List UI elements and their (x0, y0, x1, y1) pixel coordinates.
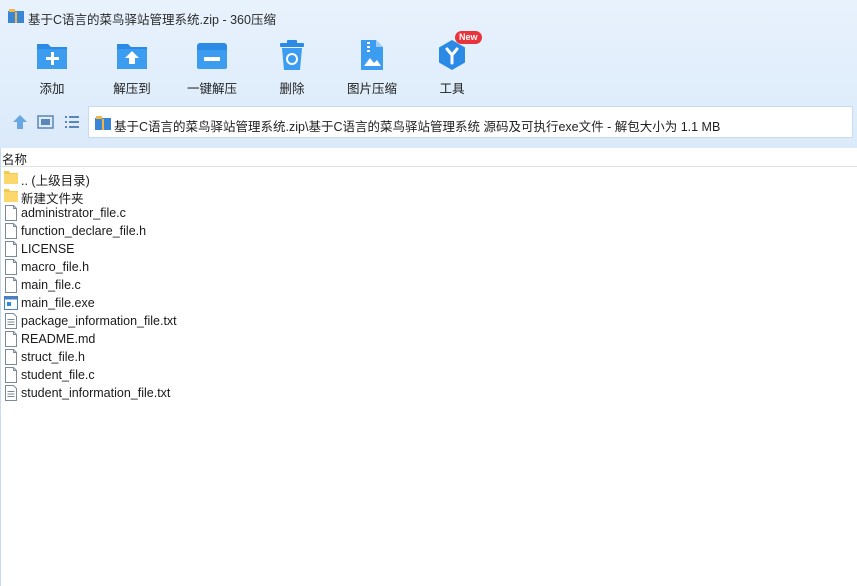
file-name: student_information_file.txt (21, 386, 171, 400)
file-name: macro_file.h (21, 260, 90, 274)
archive-icon (95, 116, 111, 130)
extract-to-button[interactable]: 解压到 (92, 38, 172, 97)
image-compress-button[interactable]: 图片压缩 (332, 38, 412, 97)
file-name: function_declare_file.h (21, 224, 147, 238)
folder-icon (4, 171, 18, 184)
file-name: package_information_file.txt (21, 314, 177, 328)
file-icon (5, 367, 17, 383)
address-bar[interactable]: 基于C语言的菜鸟驿站管理系统.zip\基于C语言的菜鸟驿站管理系统 源码及可执行… (88, 106, 853, 138)
image-compress-label: 图片压缩 (346, 82, 397, 96)
image-compress-icon (361, 40, 383, 70)
add-icon (37, 44, 67, 69)
delete-icon (280, 40, 304, 70)
file-name: main_file.exe (21, 296, 95, 310)
toolbar: 添加 解压到 一键解压 删除 图片压缩 New 工具 (0, 31, 857, 100)
list-item[interactable]: function_declare_file.h (0, 222, 857, 240)
column-header-label: 名称 (2, 153, 28, 167)
file-name: struct_file.h (21, 350, 85, 364)
up-arrow-icon[interactable] (11, 113, 29, 131)
one-click-extract-icon (197, 43, 227, 69)
file-name: student_file.c (21, 368, 95, 382)
list-item[interactable]: macro_file.h (0, 258, 857, 276)
file-list: .. (上级目录) 新建文件夹 administrator_file.cfuncti… (0, 168, 857, 402)
add-label: 添加 (39, 82, 65, 96)
folder-icon (4, 189, 18, 202)
tools-button[interactable]: New 工具 (412, 31, 492, 97)
list-item[interactable]: 新建文件夹 (0, 186, 857, 206)
file-name: README.md (21, 332, 96, 346)
file-icon (5, 205, 17, 221)
list-item[interactable]: struct_file.h (0, 348, 857, 366)
top-panel: 基于C语言的菜鸟驿站管理系统.zip - 360压缩 添加 解压到 一键解压 删… (0, 0, 857, 148)
exe-file-icon (4, 296, 18, 310)
one-click-extract-label: 一键解压 (186, 82, 237, 96)
list-item[interactable]: administrator_file.c (0, 204, 857, 222)
file-icon (5, 223, 17, 239)
thumbnail-view-icon[interactable] (37, 113, 55, 131)
list-item[interactable]: .. (上级目录) (0, 168, 857, 188)
list-item[interactable]: student_file.c (0, 366, 857, 384)
navigation-bar: 基于C语言的菜鸟驿站管理系统.zip\基于C语言的菜鸟驿站管理系统 源码及可执行… (0, 104, 857, 140)
extract-to-icon (117, 44, 147, 69)
list-item[interactable]: LICENSE (0, 240, 857, 258)
file-icon (5, 259, 17, 275)
add-button[interactable]: 添加 (12, 38, 92, 97)
list-item[interactable]: README.md (0, 330, 857, 348)
file-icon (5, 331, 17, 347)
delete-button[interactable]: 删除 (252, 38, 332, 97)
list-item[interactable]: package_information_file.txt (0, 312, 857, 330)
column-header-name[interactable]: 名称 (0, 148, 857, 167)
list-item[interactable]: main_file.exe (0, 294, 857, 312)
list-item[interactable]: main_file.c (0, 276, 857, 294)
extract-to-label: 解压到 (113, 82, 151, 96)
list-view-icon[interactable] (63, 113, 81, 131)
file-name: main_file.c (21, 278, 81, 292)
address-path: 基于C语言的菜鸟驿站管理系统.zip\基于C语言的菜鸟驿站管理系统 源码及可执行… (114, 120, 721, 134)
file-icon (5, 349, 17, 365)
file-name: LICENSE (21, 242, 75, 256)
file-icon (5, 277, 17, 293)
tools-label: 工具 (439, 82, 465, 96)
title-bar: 基于C语言的菜鸟驿站管理系统.zip - 360压缩 (0, 0, 857, 32)
archive-icon (8, 9, 24, 23)
new-badge: New (455, 31, 482, 44)
file-name: administrator_file.c (21, 206, 126, 220)
list-item[interactable]: student_information_file.txt (0, 384, 857, 402)
one-click-extract-button[interactable]: 一键解压 (172, 38, 252, 97)
window-title: 基于C语言的菜鸟驿站管理系统.zip - 360压缩 (28, 13, 276, 27)
text-file-icon (5, 385, 17, 401)
file-icon (5, 241, 17, 257)
delete-label: 删除 (279, 82, 305, 96)
text-file-icon (5, 313, 17, 329)
